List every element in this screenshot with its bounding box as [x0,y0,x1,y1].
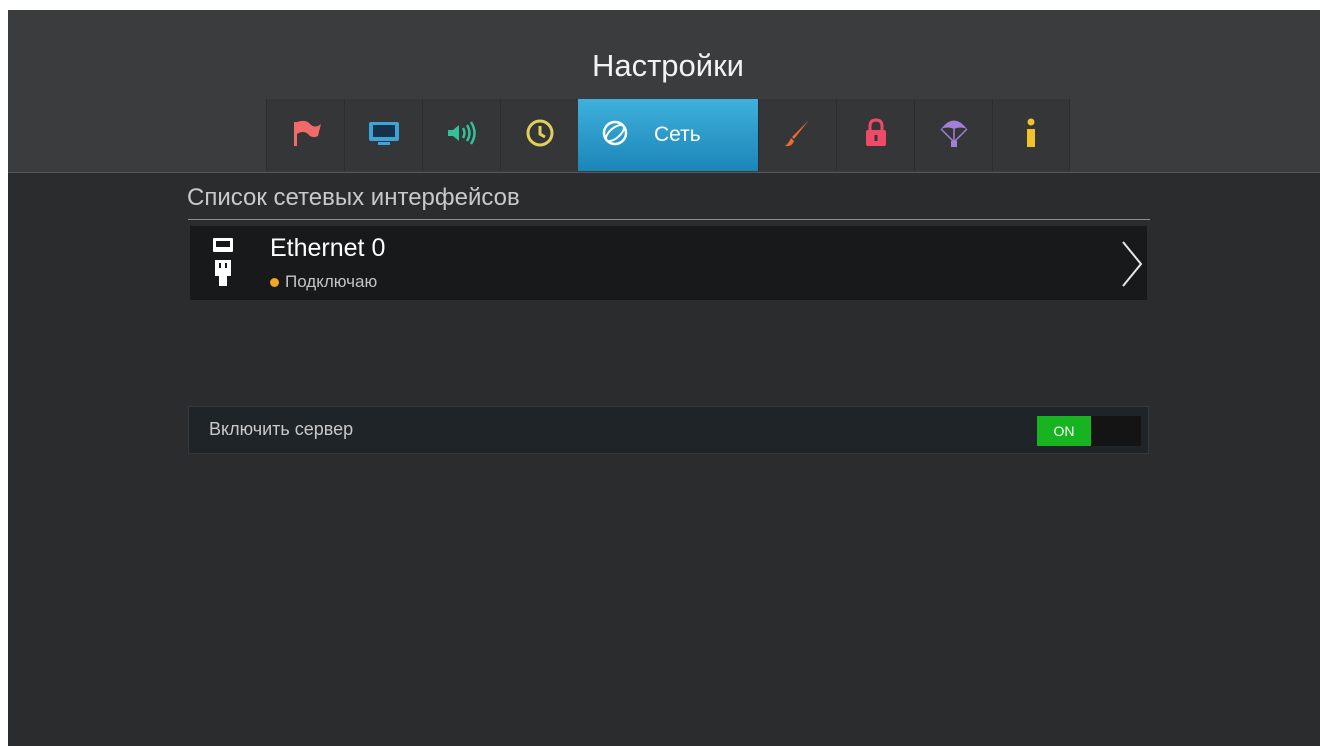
tab-update[interactable] [914,99,992,171]
flag-icon [288,118,324,153]
settings-screen: Настройки Сеть Список сетевых интерфейсо… [8,10,1320,746]
clock-icon [524,117,556,154]
enable-server-row: Включить сервер ON [188,406,1149,454]
tab-network-label: Сеть [654,123,701,146]
toggle-on-label: ON [1037,416,1091,446]
tab-time[interactable] [500,99,578,171]
enable-server-toggle[interactable]: ON [1037,416,1141,446]
parachute-icon [938,116,970,155]
section-divider [188,219,1150,220]
settings-tabs: Сеть [266,99,1070,171]
interface-status-text: Подключаю [285,272,378,291]
header: Настройки Сеть [8,10,1320,173]
page-title: Настройки [591,48,744,83]
speaker-icon [444,119,480,152]
tv-icon [366,119,402,152]
ethernet-icon [212,236,234,295]
chevron-right-icon [1117,240,1145,293]
tab-appearance[interactable] [758,99,836,171]
tab-display[interactable] [344,99,422,171]
interface-status: Подключаю [270,272,377,292]
network-icon [600,118,630,153]
tab-security[interactable] [836,99,914,171]
tab-sound[interactable] [422,99,500,171]
status-dot [270,277,279,287]
info-icon [1021,116,1041,155]
section-title: Список сетевых интерфейсов [187,184,520,211]
interface-name: Ethernet 0 [270,234,386,262]
enable-server-label: Включить сервер [209,419,354,439]
interface-row-ethernet[interactable]: Ethernet 0 Подключаю [190,226,1147,300]
brush-icon [782,117,814,154]
tab-info[interactable] [992,99,1070,171]
tab-language[interactable] [266,99,344,171]
tab-network[interactable]: Сеть [578,99,758,171]
lock-icon [862,117,890,154]
